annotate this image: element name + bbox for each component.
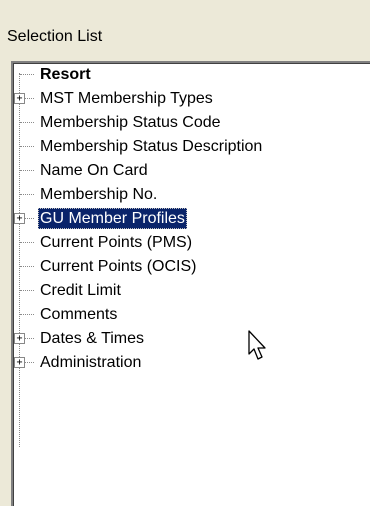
tree-connector bbox=[20, 290, 34, 291]
tree-item-label[interactable]: Credit Limit bbox=[38, 280, 123, 301]
tree-item[interactable]: Resort bbox=[13, 63, 370, 86]
tree-connector bbox=[20, 74, 34, 75]
tree-item-label[interactable]: Current Points (PMS) bbox=[38, 232, 194, 253]
tree-item-label[interactable]: Administration bbox=[38, 352, 143, 373]
tree-connector bbox=[20, 266, 34, 267]
tree-item-label[interactable]: Current Points (OCIS) bbox=[38, 256, 198, 277]
tree-item[interactable]: Name On Card bbox=[13, 159, 370, 182]
tree-connector bbox=[20, 194, 34, 195]
tree-item-label[interactable]: GU Member Profiles bbox=[38, 208, 187, 229]
tree-item[interactable]: + MST Membership Types bbox=[13, 87, 370, 110]
tree-item-label[interactable]: Name On Card bbox=[38, 160, 150, 181]
tree-connector bbox=[20, 314, 34, 315]
tree-item-label[interactable]: Comments bbox=[38, 304, 119, 325]
tree-item-label[interactable]: Resort bbox=[38, 64, 93, 85]
expand-plus-icon[interactable]: + bbox=[14, 333, 25, 344]
tree-item-label[interactable]: Membership Status Code bbox=[38, 112, 223, 133]
panel-title: Selection List bbox=[7, 28, 103, 45]
tree-item[interactable]: Credit Limit bbox=[13, 279, 370, 302]
tree-item-label[interactable]: Membership No. bbox=[38, 184, 159, 205]
tree-item[interactable]: Membership Status Description bbox=[13, 135, 370, 158]
tree-item[interactable]: Membership No. bbox=[13, 183, 370, 206]
tree-item-label[interactable]: MST Membership Types bbox=[38, 88, 215, 109]
tree-connector bbox=[20, 146, 34, 147]
tree-item[interactable]: Current Points (PMS) bbox=[13, 231, 370, 254]
tree-item[interactable]: Comments bbox=[13, 303, 370, 326]
tree-item-label[interactable]: Membership Status Description bbox=[38, 136, 264, 157]
expand-plus-icon[interactable]: + bbox=[14, 213, 25, 224]
selection-tree[interactable]: Resort + MST Membership Types Membership St… bbox=[11, 61, 370, 506]
tree-item[interactable]: Membership Status Code bbox=[13, 111, 370, 134]
tree-connector bbox=[20, 242, 34, 243]
tree-item-label[interactable]: Dates & Times bbox=[38, 328, 146, 349]
expand-plus-icon[interactable]: + bbox=[14, 357, 25, 368]
tree-item[interactable]: + GU Member Profiles bbox=[13, 207, 370, 230]
tree-connector bbox=[20, 122, 34, 123]
tree-item[interactable]: + Administration bbox=[13, 351, 370, 374]
expand-plus-icon[interactable]: + bbox=[14, 93, 25, 104]
tree-item[interactable]: + Dates & Times bbox=[13, 327, 370, 350]
tree-item[interactable]: Current Points (OCIS) bbox=[13, 255, 370, 278]
tree-connector bbox=[20, 170, 34, 171]
